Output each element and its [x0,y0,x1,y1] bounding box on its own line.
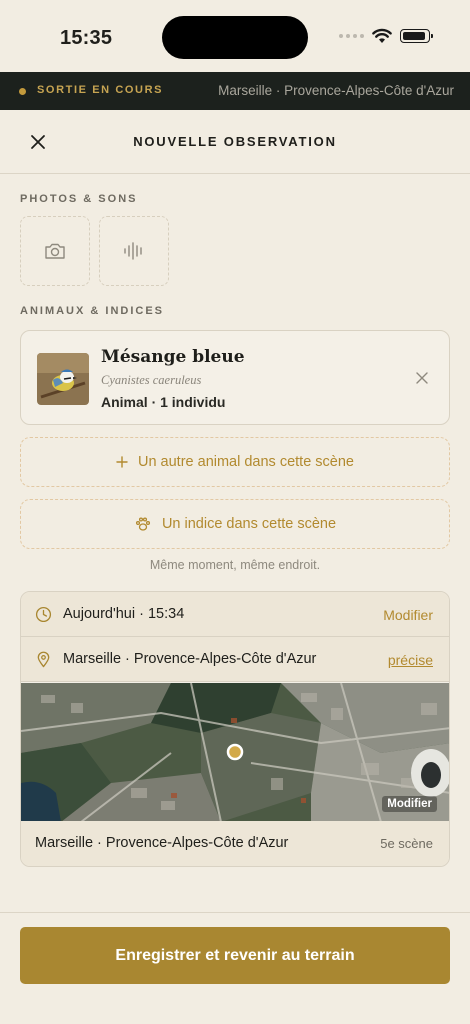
status-time: 15:35 [60,27,113,49]
outing-status: SORTIE EN COURS [37,84,164,96]
species-card[interactable]: Mésange bleue Cyanistes caeruleus Animal… [20,330,450,425]
audio-wave-icon [124,242,142,260]
clock-icon [35,606,52,623]
map-footer: Marseille · Provence-Alpes-Côte d'Azur 5… [21,821,449,866]
dynamic-island [162,16,308,59]
add-photo-button[interactable] [20,216,90,286]
add-animal-button[interactable]: Un autre animal dans cette scène [20,437,450,487]
place-text: Marseille · Provence-Alpes-Côte d'Azur [63,651,317,667]
add-clue-button[interactable]: Un indice dans cette scène [20,499,450,549]
save-button[interactable]: Enregistrer et revenir au terrain [20,927,450,984]
refine-place-link[interactable]: précise [388,652,433,668]
add-sound-button[interactable] [99,216,169,286]
status-bar: 15:35 [0,0,470,72]
paw-print-icon [135,517,150,531]
species-photo [37,353,89,405]
outing-banner[interactable]: SORTIE EN COURS Marseille · Provence-Alp… [0,72,470,110]
add-animal-label: Un autre animal dans cette scène [137,454,354,470]
edit-map-button[interactable]: Modifier [382,796,437,812]
context-card: Aujourd'hui · 15:34 Modifier Marseille ·… [20,591,450,867]
species-latin-name: Cyanistes caeruleus [101,373,202,387]
add-clue-label: Un indice dans cette scène [161,516,337,532]
wifi-icon [372,28,392,43]
date-text: Aujourd'hui · 15:34 [63,606,185,622]
status-icons [339,28,433,44]
camera-icon [45,243,65,259]
species-meta: Animal · 1 individu [101,394,226,410]
divider [0,912,470,913]
outing-location: Marseille · Provence-Alpes-Côte d'Azur [218,83,454,98]
plus-icon [116,456,128,468]
page-header: NOUVELLE OBSERVATION [0,110,470,174]
location-pin-icon [37,651,50,668]
outing-status-dot [19,88,26,95]
species-name: Mésange bleue [101,347,245,367]
place-row[interactable]: Marseille · Provence-Alpes-Côte d'Azur p… [21,637,449,682]
edit-date-link[interactable]: Modifier [383,607,433,623]
media-section-label: PHOTOS & SONS [20,193,138,205]
location-map[interactable]: Modifier [21,683,449,822]
remove-species-icon[interactable] [415,371,429,385]
page-title: NOUVELLE OBSERVATION [133,134,337,149]
scene-count: 5e scène [380,836,433,851]
date-row[interactable]: Aujourd'hui · 15:34 Modifier [21,592,449,637]
map-footer-place: Marseille · Provence-Alpes-Côte d'Azur [35,835,289,851]
helper-text: Même moment, même endroit. [149,558,321,572]
signal-icon [339,34,364,38]
battery-icon [400,29,433,43]
animals-section-label: ANIMAUX & INDICES [20,305,165,317]
